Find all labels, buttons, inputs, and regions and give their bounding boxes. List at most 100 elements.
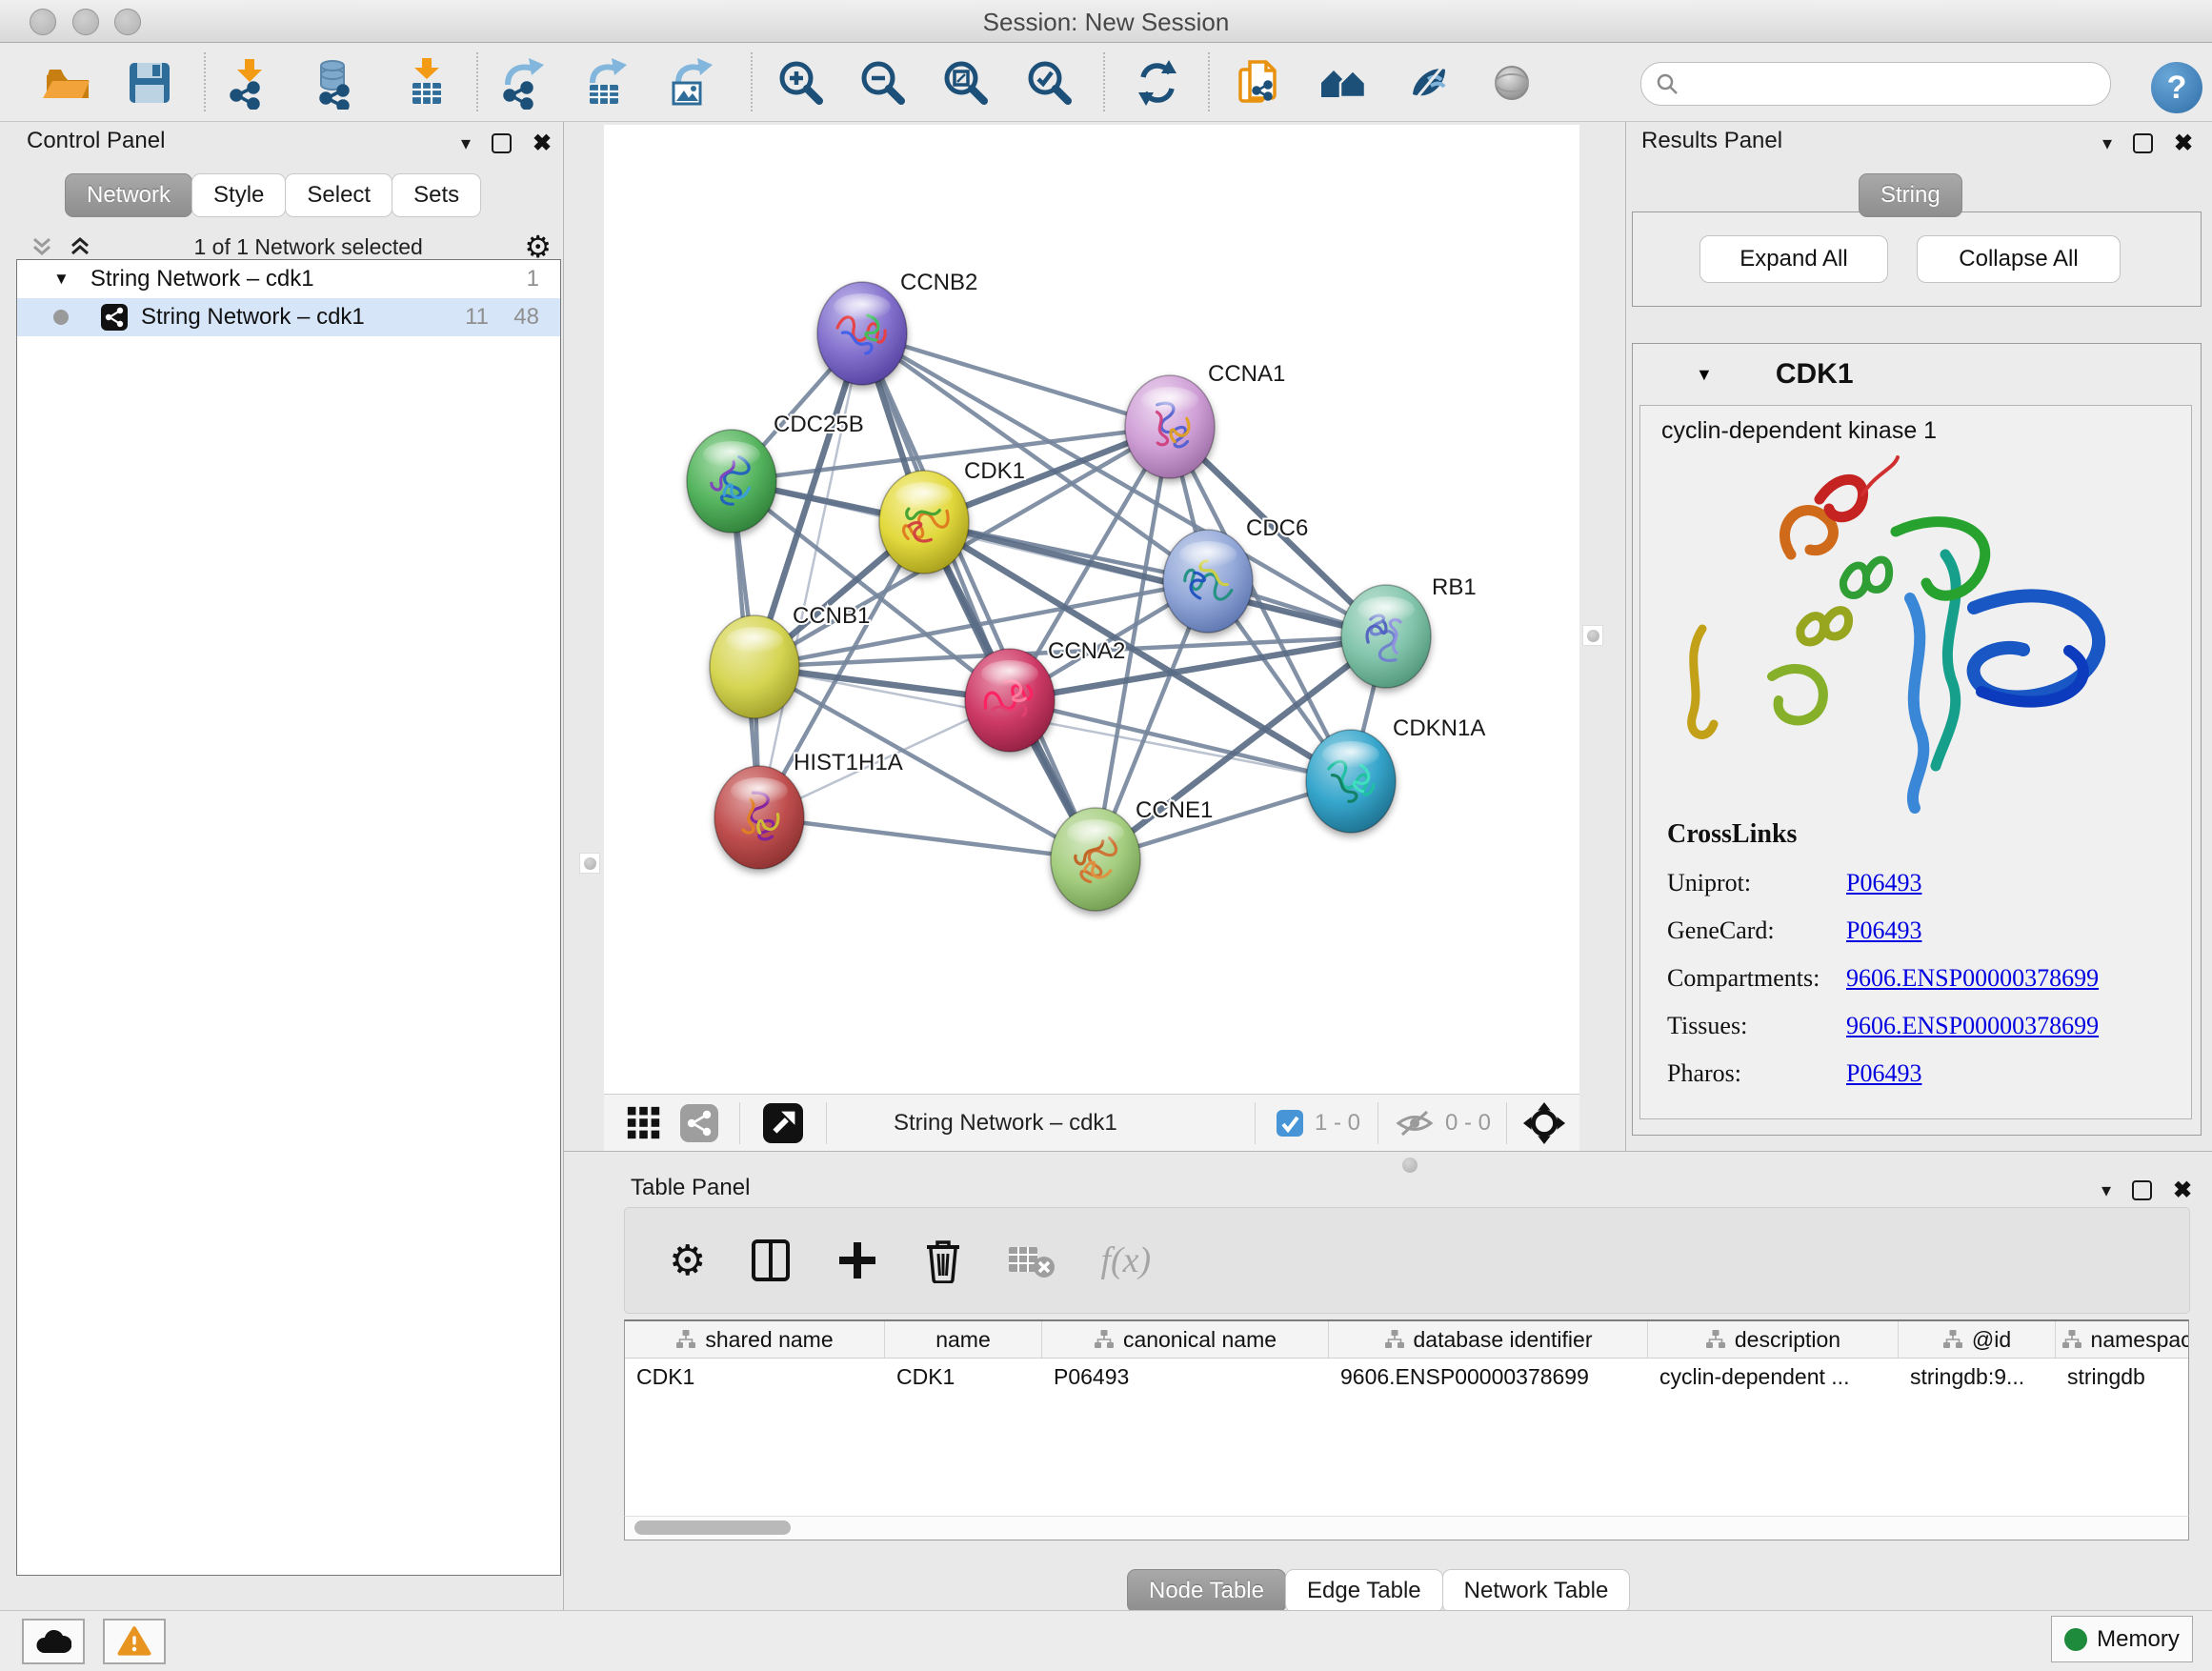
tab-network-table[interactable]: Network Table bbox=[1442, 1569, 1631, 1613]
expand-all-networks-icon[interactable] bbox=[68, 234, 92, 259]
column-header-@id[interactable]: @id bbox=[1899, 1321, 2056, 1358]
collapse-panel-icon[interactable]: ▾ bbox=[2102, 131, 2112, 155]
birds-eye-view-icon[interactable] bbox=[763, 1103, 803, 1143]
table-cell[interactable]: stringdb bbox=[2056, 1359, 2189, 1395]
close-panel-icon[interactable]: ✖ bbox=[2174, 130, 2193, 157]
network-collection-row[interactable]: ▼ String Network – cdk1 1 bbox=[17, 260, 560, 298]
left-splitter-handle[interactable] bbox=[579, 853, 600, 874]
warnings-button[interactable] bbox=[103, 1619, 166, 1664]
column-header-shared-name[interactable]: shared name bbox=[625, 1321, 885, 1358]
hide-selected-button[interactable] bbox=[1400, 55, 1456, 111]
collection-expand-icon[interactable]: ▼ bbox=[53, 270, 70, 289]
zoom-out-button[interactable] bbox=[855, 55, 911, 111]
node-CCNB1[interactable] bbox=[710, 615, 799, 718]
zoom-selected-button[interactable] bbox=[1022, 55, 1077, 111]
clone-network-button[interactable] bbox=[1232, 55, 1287, 111]
zoom-in-button[interactable] bbox=[774, 55, 829, 111]
node-CDC25B[interactable] bbox=[687, 430, 776, 533]
table-row[interactable]: CDK1CDK1P064939606.ENSP00000378699cyclin… bbox=[625, 1359, 2188, 1395]
node-CDKN1A[interactable] bbox=[1306, 730, 1396, 833]
crosslink-link[interactable]: P06493 bbox=[1846, 916, 1921, 945]
node-CCNA1[interactable] bbox=[1125, 375, 1215, 478]
table-cell[interactable]: P06493 bbox=[1042, 1359, 1329, 1395]
edge-HIST1H1A-CCNE1[interactable] bbox=[759, 817, 1096, 859]
table-cell[interactable]: 9606.ENSP00000378699 bbox=[1329, 1359, 1648, 1395]
table-cell[interactable]: CDK1 bbox=[625, 1359, 885, 1395]
show-columns-icon[interactable] bbox=[750, 1238, 792, 1283]
search-input[interactable] bbox=[1679, 66, 2110, 102]
close-panel-icon[interactable]: ✖ bbox=[2173, 1177, 2192, 1204]
gene-expand-icon[interactable]: ▼ bbox=[1696, 365, 1713, 385]
column-header-canonical-name[interactable]: canonical name bbox=[1042, 1321, 1329, 1358]
selected-checkbox-icon[interactable] bbox=[1277, 1110, 1303, 1137]
export-table-button[interactable] bbox=[578, 55, 633, 111]
column-header-database-identifier[interactable]: database identifier bbox=[1329, 1321, 1648, 1358]
collapse-all-button[interactable]: Collapse All bbox=[1917, 235, 2121, 283]
save-session-button[interactable] bbox=[122, 55, 177, 111]
edge-CDK1-RB1[interactable] bbox=[924, 522, 1386, 636]
export-network-button[interactable] bbox=[495, 55, 551, 111]
collapse-all-networks-icon[interactable] bbox=[30, 234, 54, 259]
column-header-name[interactable]: name bbox=[885, 1321, 1042, 1358]
fit-content-crosshair-icon[interactable] bbox=[1522, 1101, 1566, 1145]
scrollbar-thumb[interactable] bbox=[634, 1520, 791, 1535]
open-session-button[interactable] bbox=[37, 55, 92, 111]
grid-view-icon[interactable] bbox=[625, 1104, 663, 1142]
crosslink-link[interactable]: 9606.ENSP00000378699 bbox=[1846, 1012, 2099, 1040]
refresh-button[interactable] bbox=[1130, 55, 1185, 111]
memory-button[interactable]: Memory bbox=[2051, 1616, 2193, 1662]
collapse-panel-icon[interactable]: ▾ bbox=[2101, 1178, 2111, 1202]
help-button[interactable]: ? bbox=[2151, 62, 2202, 113]
table-cell[interactable]: stringdb:9... bbox=[1899, 1359, 2056, 1395]
edge-CCNB2-CCNA1[interactable] bbox=[862, 333, 1170, 427]
table-cell[interactable]: cyclin-dependent ... bbox=[1648, 1359, 1899, 1395]
tab-node-table[interactable]: Node Table bbox=[1127, 1569, 1286, 1613]
cloud-status-button[interactable] bbox=[22, 1619, 85, 1664]
network-row[interactable]: String Network – cdk1 11 48 bbox=[17, 298, 560, 336]
edge-CCNB2-CCNE1[interactable] bbox=[862, 333, 1096, 859]
crosslink-link[interactable]: 9606.ENSP00000378699 bbox=[1846, 964, 2099, 993]
network-view-mode-icon[interactable] bbox=[680, 1104, 718, 1142]
collapse-panel-icon[interactable]: ▾ bbox=[461, 131, 471, 155]
tab-string[interactable]: String bbox=[1859, 173, 1962, 217]
node-CDK1[interactable] bbox=[879, 471, 969, 574]
node-table[interactable]: shared namenamecanonical namedatabase id… bbox=[624, 1319, 2189, 1519]
first-neighbors-button[interactable] bbox=[1317, 55, 1372, 111]
export-image-button[interactable] bbox=[664, 55, 719, 111]
node-HIST1H1A[interactable] bbox=[714, 766, 804, 869]
table-cell[interactable]: CDK1 bbox=[885, 1359, 1042, 1395]
network-canvas[interactable]: CCNB2CCNA1CDC25BCDK1CDC6RB1CCNB1CCNA2CDK… bbox=[604, 125, 1579, 1094]
tab-network[interactable]: Network bbox=[65, 173, 192, 217]
crosslink-link[interactable]: P06493 bbox=[1846, 869, 1921, 897]
float-panel-icon[interactable] bbox=[492, 133, 512, 153]
right-splitter-handle[interactable] bbox=[1582, 625, 1603, 646]
import-network-file-button[interactable] bbox=[222, 55, 277, 111]
gene-card-header[interactable]: ▼ CDK1 bbox=[1633, 344, 2201, 405]
tab-sets[interactable]: Sets bbox=[392, 173, 481, 217]
edge-CCNB2-HIST1H1A[interactable] bbox=[759, 333, 862, 817]
search-box[interactable] bbox=[1640, 62, 2111, 106]
table-options-gear-icon[interactable]: ⚙ bbox=[669, 1237, 706, 1285]
column-header-namespace[interactable]: namespace bbox=[2056, 1321, 2189, 1358]
zoom-fit-button[interactable] bbox=[938, 55, 994, 111]
node-CDC6[interactable] bbox=[1163, 530, 1253, 633]
expand-all-button[interactable]: Expand All bbox=[1699, 235, 1888, 283]
node-RB1[interactable] bbox=[1341, 585, 1431, 688]
tab-select[interactable]: Select bbox=[285, 173, 392, 217]
show-all-button[interactable] bbox=[1484, 55, 1539, 111]
close-panel-icon[interactable]: ✖ bbox=[533, 130, 552, 157]
node-CCNA2[interactable] bbox=[965, 649, 1055, 752]
tab-edge-table[interactable]: Edge Table bbox=[1285, 1569, 1443, 1613]
table-horizontal-scrollbar[interactable] bbox=[624, 1516, 2189, 1540]
network-graph[interactable]: CCNB2CCNA1CDC25BCDK1CDC6RB1CCNB1CCNA2CDK… bbox=[604, 125, 1579, 1094]
delete-column-trash-icon[interactable] bbox=[923, 1238, 963, 1283]
node-CCNB2[interactable] bbox=[817, 282, 907, 385]
column-header-description[interactable]: description bbox=[1648, 1321, 1899, 1358]
tab-style[interactable]: Style bbox=[191, 173, 286, 217]
import-table-button[interactable] bbox=[399, 55, 454, 111]
float-panel-icon[interactable] bbox=[2133, 133, 2153, 153]
import-network-database-button[interactable] bbox=[307, 55, 362, 111]
float-panel-icon[interactable] bbox=[2132, 1180, 2152, 1200]
node-CCNE1[interactable] bbox=[1051, 808, 1140, 911]
add-column-icon[interactable] bbox=[835, 1238, 879, 1282]
